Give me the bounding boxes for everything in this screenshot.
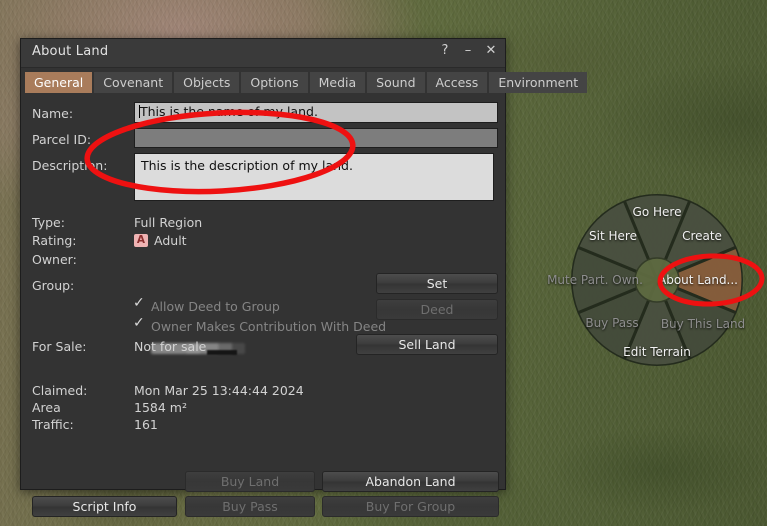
pie-item-create[interactable]: Create <box>682 229 722 243</box>
tab-bar: General Covenant Objects Options Media S… <box>25 72 588 93</box>
area-label: Area <box>32 400 61 415</box>
rating-text: Adult <box>154 233 187 248</box>
claimed-value: Mon Mar 25 13:44:44 2024 <box>134 383 304 398</box>
pie-item-buy-this-land[interactable]: Buy This Land <box>661 317 745 331</box>
window-titlebar[interactable]: About Land ? – ✕ <box>21 39 505 68</box>
minimize-icon[interactable]: – <box>461 42 475 60</box>
help-icon[interactable]: ? <box>438 42 452 60</box>
window-controls: ? – ✕ <box>438 42 498 60</box>
rating-label: Rating: <box>32 233 77 248</box>
owner-contribution-label: Owner Makes Contribution With Deed <box>151 319 387 334</box>
tab-access[interactable]: Access <box>426 72 488 93</box>
pie-menu: Go Here Create About Land... Buy This La… <box>547 194 745 366</box>
checkbox-checked-icon <box>133 316 145 332</box>
tab-covenant[interactable]: Covenant <box>94 72 173 93</box>
claimed-label: Claimed: <box>32 383 88 398</box>
checkbox-checked-icon <box>133 296 145 312</box>
buy-land-button[interactable]: Buy Land <box>185 471 315 492</box>
tab-objects[interactable]: Objects <box>174 72 240 93</box>
tab-sound[interactable]: Sound <box>367 72 425 93</box>
buy-for-group-button[interactable]: Buy For Group <box>322 496 499 517</box>
about-land-window: About Land ? – ✕ General Covenant Object… <box>20 38 588 517</box>
owner-contribution-checkbox[interactable]: Owner Makes Contribution With Deed <box>133 316 387 334</box>
maturity-badge-icon: A <box>134 234 148 247</box>
deed-button[interactable]: Deed <box>376 299 498 320</box>
tab-environment[interactable]: Environment <box>489 72 588 93</box>
set-group-button[interactable]: Set <box>376 273 498 294</box>
owner-value-redacted-bar <box>207 350 237 355</box>
pie-item-edit-terrain[interactable]: Edit Terrain <box>623 345 691 359</box>
name-input[interactable]: This is the name of my land. <box>134 102 498 123</box>
page-title: About Land <box>32 44 109 59</box>
screen: About Land ? – ✕ General Covenant Object… <box>0 0 767 526</box>
description-label: Description: <box>32 158 108 173</box>
parcel-id-label: Parcel ID: <box>32 132 92 147</box>
pie-item-sit-here[interactable]: Sit Here <box>589 229 637 243</box>
close-icon[interactable]: ✕ <box>484 42 498 60</box>
sell-land-button[interactable]: Sell Land <box>356 334 498 355</box>
tab-media[interactable]: Media <box>309 72 366 93</box>
for-sale-label: For Sale: <box>32 339 87 354</box>
script-info-button[interactable]: Script Info <box>32 496 177 517</box>
buy-pass-button[interactable]: Buy Pass <box>185 496 315 517</box>
description-textarea[interactable]: This is the description of my land. <box>134 153 494 201</box>
tab-options[interactable]: Options <box>241 72 308 93</box>
abandon-land-button[interactable]: Abandon Land <box>322 471 499 492</box>
type-value: Full Region <box>134 215 203 230</box>
group-label: Group: <box>32 278 75 293</box>
allow-deed-to-group-checkbox[interactable]: Allow Deed to Group <box>133 296 280 314</box>
owner-label: Owner: <box>32 252 77 267</box>
for-sale-value: Not for sale <box>134 339 207 354</box>
rating-value: A Adult <box>134 233 187 248</box>
pie-item-buy-pass[interactable]: Buy Pass <box>585 316 638 330</box>
area-value: 1584 m² <box>134 400 187 415</box>
tab-general[interactable]: General <box>25 72 93 93</box>
pie-item-mute-part-own[interactable]: Mute Part. Own. <box>547 273 643 287</box>
parcel-id-input[interactable] <box>134 128 498 148</box>
type-label: Type: <box>32 215 65 230</box>
pie-item-go-here[interactable]: Go Here <box>633 205 682 219</box>
traffic-label: Traffic: <box>32 417 74 432</box>
allow-deed-to-group-label: Allow Deed to Group <box>151 299 280 314</box>
pie-item-about-land[interactable]: About Land... <box>658 273 738 287</box>
name-label: Name: <box>32 106 74 121</box>
traffic-value: 161 <box>134 417 158 432</box>
general-tab-panel: Name: This is the name of my land. Parce… <box>21 93 505 517</box>
name-input-value: This is the name of my land. <box>140 104 318 119</box>
